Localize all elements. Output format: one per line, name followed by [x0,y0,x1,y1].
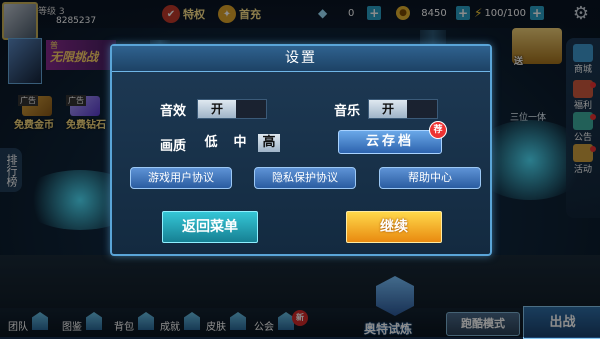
music-toggle[interactable]: 开 [368,99,438,119]
privacy-policy-button[interactable]: 隐私保护协议 [254,167,356,189]
sound-label: 音效 [160,104,187,119]
help-center-button[interactable]: 帮助中心 [379,167,481,189]
settings-dialog: 设置 音效 开 音乐 开 画质 低 中 高 云存档 荐 游戏用户协议 隐私保护协… [110,44,492,256]
sound-toggle[interactable]: 开 [197,99,267,119]
music-label: 音乐 [334,104,361,119]
quality-option-low[interactable]: 低 [200,134,222,152]
dialog-title: 设置 [285,50,317,66]
cloud-save-button[interactable]: 云存档 [338,130,442,154]
sound-toggle-value: 开 [198,100,236,118]
quality-option-high[interactable]: 高 [258,134,280,152]
quality-option-medium[interactable]: 中 [229,134,251,152]
music-toggle-value: 开 [369,100,407,118]
return-menu-button[interactable]: 返回菜单 [162,211,258,243]
recommend-badge: 荐 [429,121,447,139]
continue-button[interactable]: 继续 [346,211,442,243]
quality-label: 画质 [160,139,187,154]
user-agreement-button[interactable]: 游戏用户协议 [130,167,232,189]
